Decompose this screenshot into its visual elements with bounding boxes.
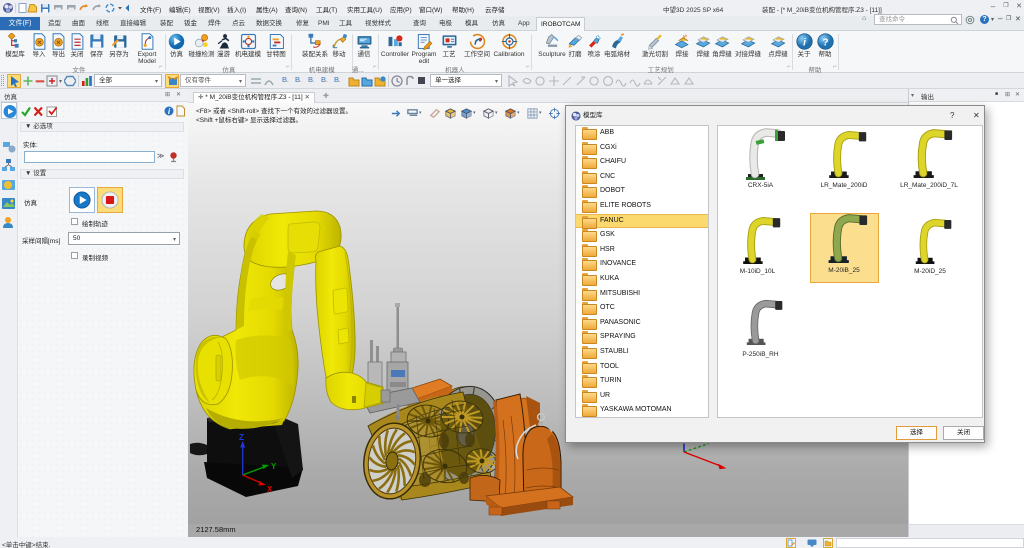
svg-text:Z: Z (239, 433, 244, 442)
svg-text:Y: Y (271, 462, 277, 471)
svg-text:?: ? (822, 37, 828, 48)
svg-text:X: X (267, 485, 273, 494)
